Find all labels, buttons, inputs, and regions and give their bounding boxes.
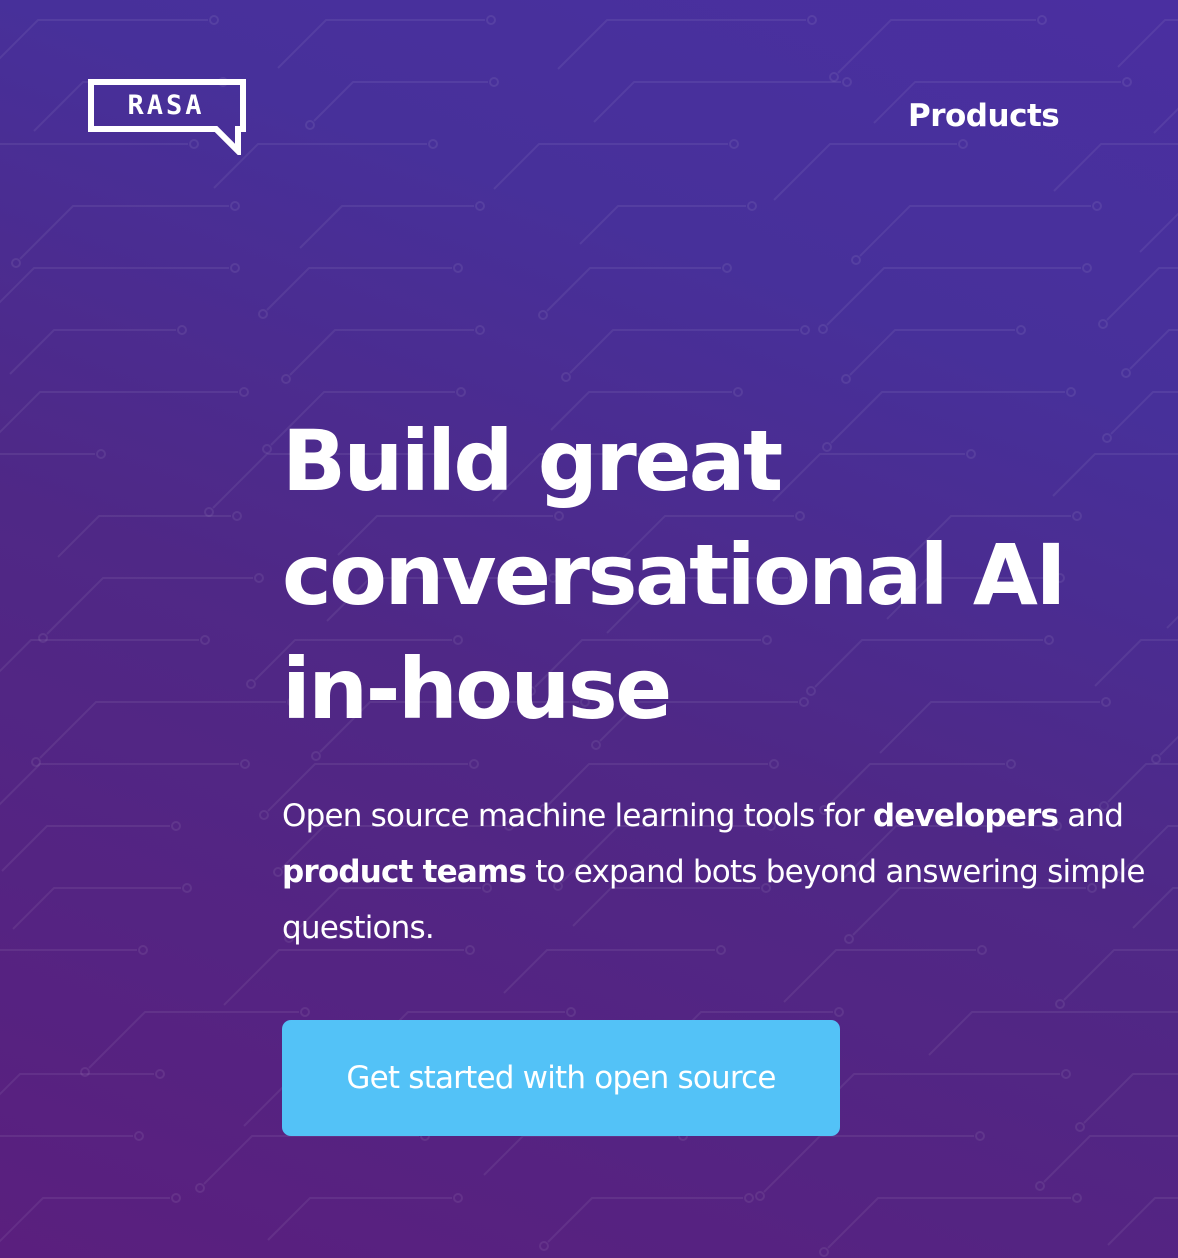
nav-products-link[interactable]: Products: [908, 96, 1060, 136]
get-started-button[interactable]: Get started with open source: [282, 1020, 840, 1136]
headline-line: in-house: [282, 640, 672, 738]
subtitle-text: Open source machine learning tools for: [282, 798, 873, 834]
headline-line: conversational AI: [282, 526, 1067, 624]
hero-headline: Build great conversational AI in-house: [282, 404, 1162, 746]
hero-subtitle: Open source machine learning tools for d…: [282, 788, 1152, 956]
rasa-logo[interactable]: RASA: [88, 79, 250, 155]
subtitle-text: and: [1058, 798, 1124, 834]
logo-text: RASA: [127, 90, 205, 121]
headline-line: Build great: [282, 412, 783, 510]
subtitle-product-teams: product teams: [282, 854, 527, 890]
hero-section: Build great conversational AI in-house O…: [282, 404, 1162, 946]
subtitle-developers: developers: [872, 798, 1059, 834]
